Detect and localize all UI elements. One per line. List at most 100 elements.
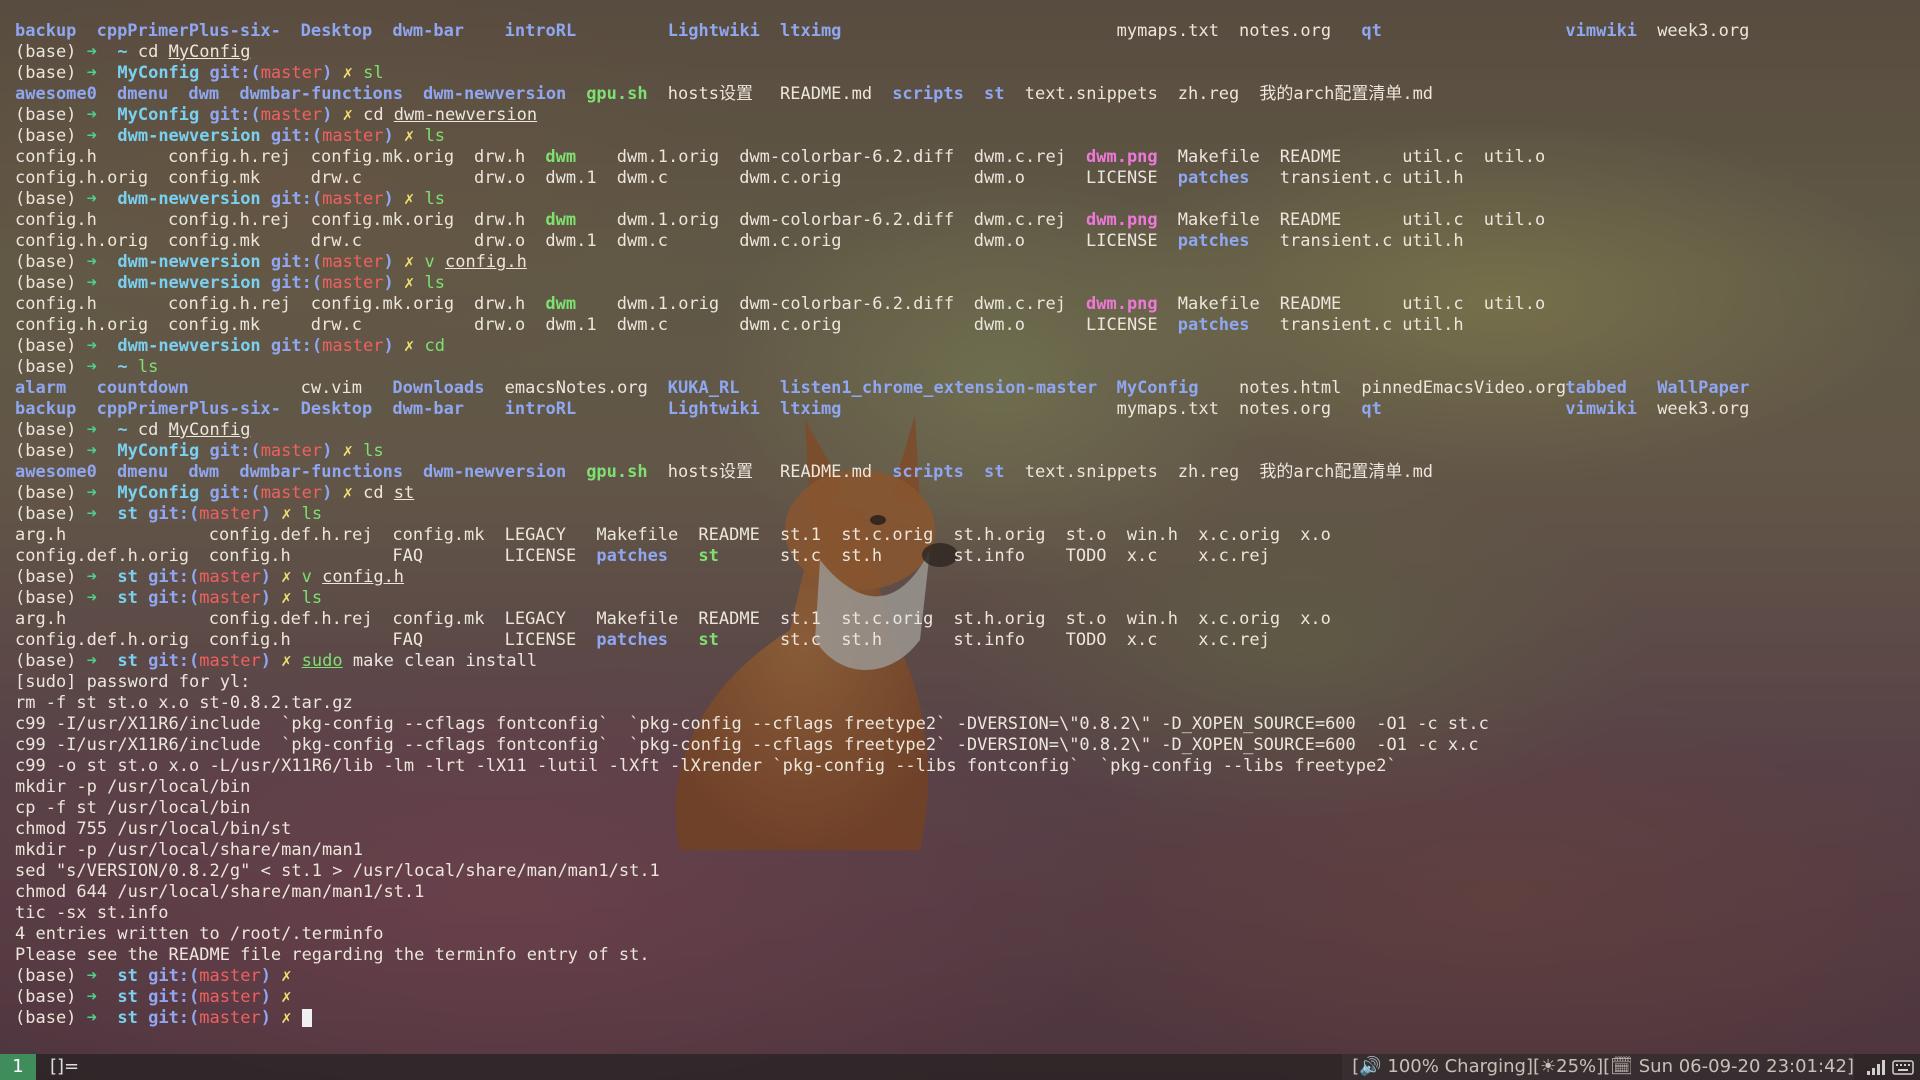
terminal-text: (base) <box>15 420 87 440</box>
terminal-text: st.o <box>1065 525 1107 545</box>
terminal-line: rm -f st st.o x.o st-0.8.2.tar.gz <box>15 693 1920 714</box>
terminal-text: ✗ <box>281 1008 302 1028</box>
terminal-text: (base) <box>15 567 87 587</box>
terminal-line: (base) ➜ st git:(master) ✗ v config.h <box>15 567 1920 588</box>
terminal-text: config.mk <box>168 231 261 251</box>
terminal-text: ✗ <box>281 651 302 671</box>
terminal-line: config.def.h.orig config.h FAQ LICENSE patch… <box>15 546 1920 567</box>
terminal-cursor <box>301 1009 312 1027</box>
terminal-text: README <box>1279 147 1342 167</box>
terminal-text: MyConfig <box>107 105 210 125</box>
terminal-text: ✗ <box>281 504 302 524</box>
terminal-text: dwm-colorbar-6.2.diff <box>739 294 955 314</box>
terminal-text: LICENSE <box>1086 168 1158 188</box>
terminal-text: transient.c <box>1279 168 1393 188</box>
terminal-text: dwm-newversion <box>107 273 271 293</box>
terminal-text: drw.c <box>310 168 362 188</box>
terminal-text: ) <box>322 105 343 125</box>
terminal-text: ✗ <box>404 252 425 272</box>
terminal-text: dwm.c.rej <box>973 210 1066 230</box>
terminal-text: rm -f st st.o x.o st-0.8.2.tar.gz <box>15 693 353 713</box>
terminal-line: chmod 644 /usr/local/share/man/man1/st.1 <box>15 882 1920 903</box>
terminal-text: notes.org <box>1239 399 1332 419</box>
terminal-text: st.c <box>780 546 821 566</box>
terminal-text: gpu.sh <box>586 462 648 482</box>
terminal-text: ) <box>260 567 282 587</box>
keyboard-icon <box>1892 1060 1914 1075</box>
terminal-text: MyConfig <box>107 63 210 83</box>
terminal-text: util.c <box>1402 294 1464 314</box>
terminal-text: ➜ <box>86 567 108 587</box>
terminal-text: week3.org <box>1657 399 1750 419</box>
terminal-text: git:( <box>270 336 323 356</box>
terminal-text: dwm-newversion <box>423 462 567 482</box>
terminal-text: ) <box>260 966 282 986</box>
terminal-text: config.def.h.rej <box>208 609 373 629</box>
terminal-text: ➜ <box>86 336 108 356</box>
terminal-text: x.c <box>1126 546 1158 566</box>
terminal-line: (base) ➜ dwm-newversion git:(master) ✗ c… <box>15 336 1920 357</box>
terminal-text: (base) <box>15 1008 87 1028</box>
terminal-line: c99 -I/usr/X11R6/include `pkg-config --c… <box>15 714 1920 735</box>
terminal-line: mkdir -p /usr/local/share/man/man1 <box>15 840 1920 861</box>
terminal-line: arg.h config.def.h.rej config.mk LEGACY Make… <box>15 525 1920 546</box>
status-bar: 1 []= [🔊 100% Charging][☀25%][🗓 Sun 06-0… <box>0 1054 1920 1080</box>
terminal-text: dwm <box>545 210 577 230</box>
terminal-text: arg.h <box>15 525 67 545</box>
terminal-text: master <box>322 189 384 209</box>
terminal-text: dwm.1.orig <box>616 147 720 167</box>
terminal-text: dwmbar-functions <box>239 462 404 482</box>
terminal-line: awesome0 dmenu dwm dwmbar-functions dwm-newv… <box>15 462 1920 483</box>
terminal-text: emacsNotes.org <box>504 378 648 398</box>
terminal-text: scripts <box>892 84 964 104</box>
terminal-text: scripts <box>892 462 964 482</box>
terminal-line: c99 -I/usr/X11R6/include `pkg-config --c… <box>15 735 1920 756</box>
terminal-text: dwm-newversion <box>107 189 271 209</box>
terminal-text: master <box>199 987 261 1007</box>
terminal-text: dmenu <box>117 84 169 104</box>
terminal-text: (base) <box>15 273 87 293</box>
terminal-text: st <box>107 966 149 986</box>
terminal-text: notes.html <box>1239 378 1342 398</box>
terminal-text: vimwiki <box>1565 21 1638 41</box>
terminal-line: backup cppPrimerPlus-six- Desktop dwm-bar in… <box>15 399 1920 420</box>
terminal-text: ➜ <box>86 987 108 1007</box>
terminal-text: ls <box>424 189 445 209</box>
terminal-text: LEGACY <box>504 609 567 629</box>
terminal-text: git:( <box>209 105 261 125</box>
terminal-text: tic -sx st.info <box>15 903 169 923</box>
terminal-text: dwm.o <box>973 315 1025 335</box>
terminal-text: sudo <box>301 651 343 671</box>
terminal-text: master <box>322 336 384 356</box>
terminal-text: git:( <box>148 567 200 587</box>
terminal-text: master <box>260 483 323 503</box>
terminal-text: st.info <box>953 630 1026 650</box>
terminal-text: ➜ <box>86 273 108 293</box>
terminal-line: arg.h config.def.h.rej config.mk LEGACY Make… <box>15 609 1920 630</box>
terminal-text: text.snippets <box>1024 84 1158 104</box>
terminal-line: mkdir -p /usr/local/bin <box>15 777 1920 798</box>
terminal-text: config.def.h.orig <box>15 546 189 566</box>
terminal-text: ) <box>260 651 282 671</box>
terminal-text: config.h <box>15 147 97 167</box>
terminal-text: ~ <box>107 357 138 377</box>
terminal-text: x.c <box>1126 630 1158 650</box>
terminal-text: ls <box>301 504 323 524</box>
terminal-text: dwm.c.orig <box>739 315 842 335</box>
terminal-text: cd <box>363 105 394 125</box>
terminal-line: (base) ➜ ~ cd MyConfig <box>15 420 1920 441</box>
terminal-text: LICENSE <box>504 630 577 650</box>
terminal-text: patches <box>1177 168 1250 188</box>
terminal-text: qt <box>1361 21 1382 41</box>
terminal-line: (base) ➜ ~ ls <box>15 357 1920 378</box>
terminal-text: 我的arch配置清单.md <box>1259 84 1434 104</box>
workspace-tag-1[interactable]: 1 <box>0 1054 36 1080</box>
terminal-window[interactable]: backup cppPrimerPlus-six- Desktop dwm-bar in… <box>0 0 1920 1042</box>
terminal-text: st <box>107 651 149 671</box>
terminal-text: config.mk.orig <box>310 147 455 167</box>
terminal-text: hosts设置 <box>667 84 753 104</box>
terminal-text: drw.c <box>310 315 362 335</box>
terminal-text: dwm.o <box>973 168 1025 188</box>
terminal-text: introRL <box>504 21 577 41</box>
layout-symbol[interactable]: []= <box>50 1054 79 1080</box>
